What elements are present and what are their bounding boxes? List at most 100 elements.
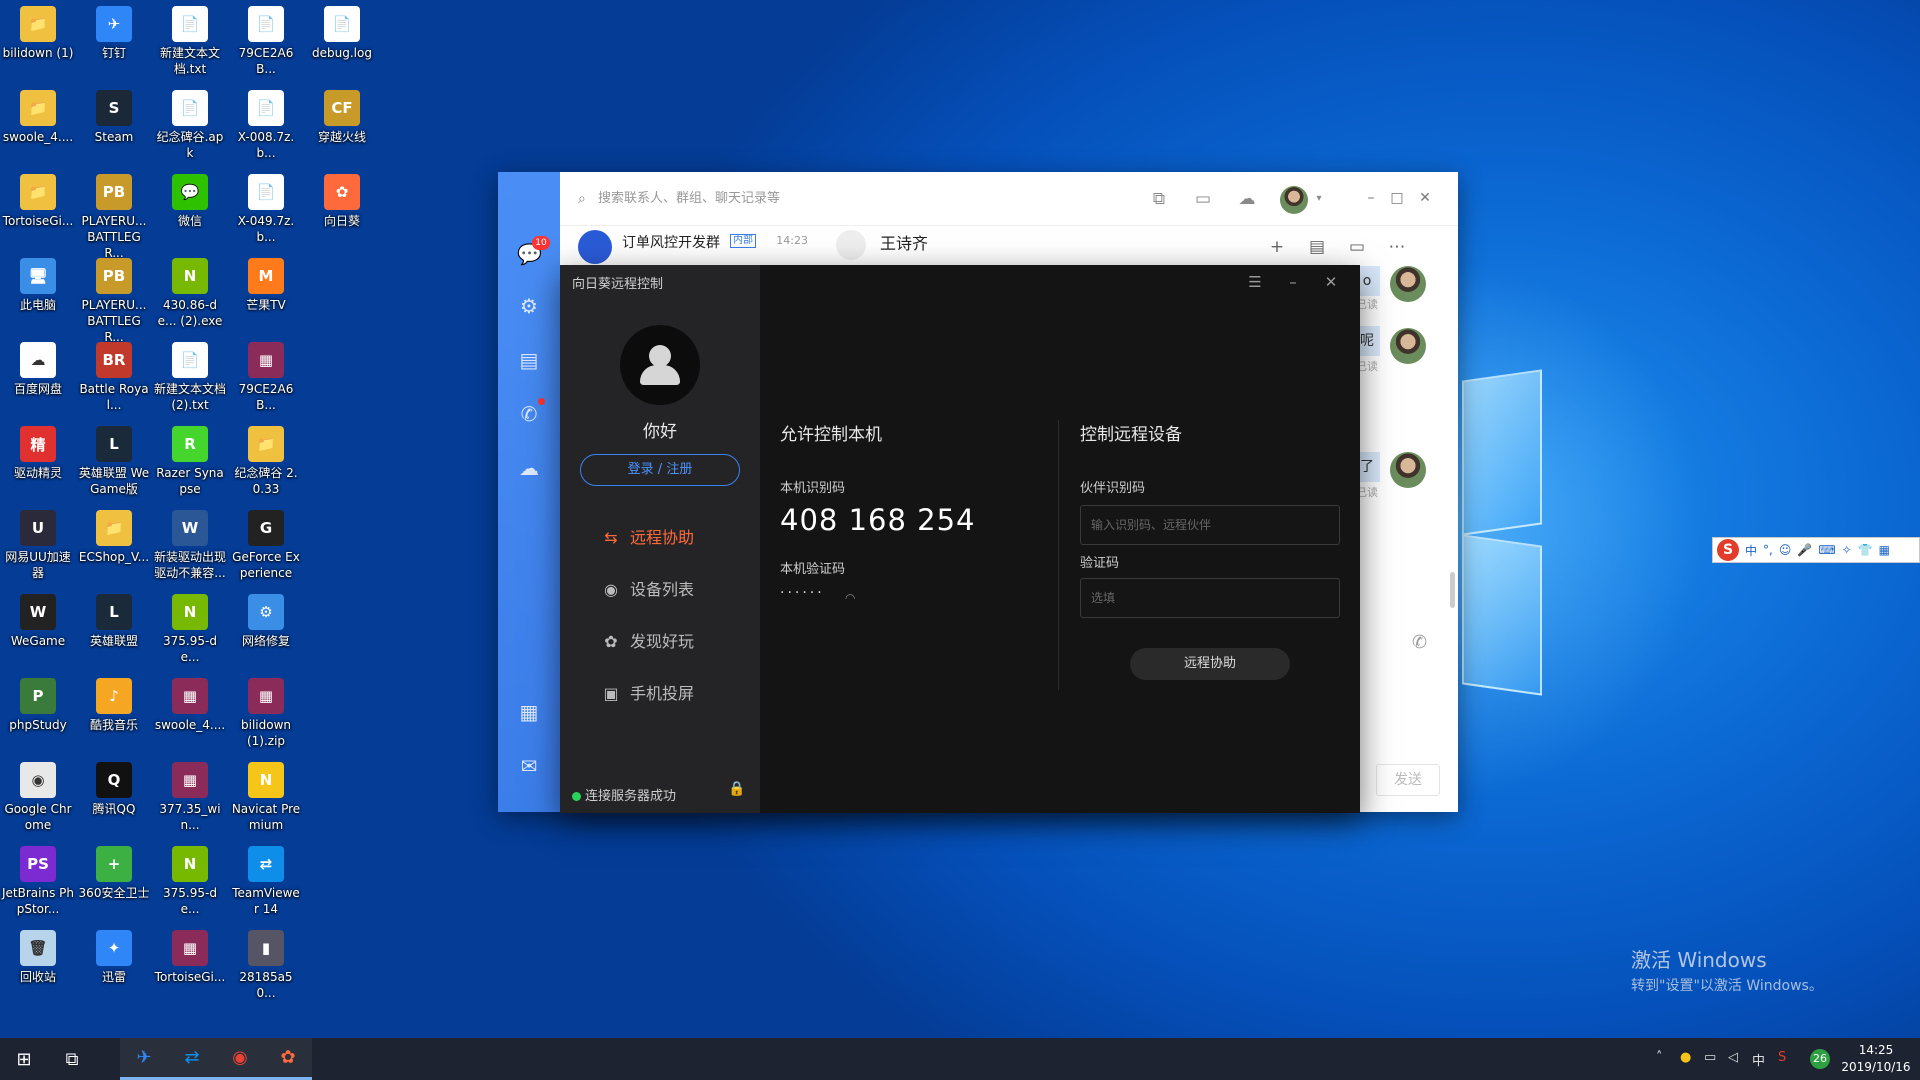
desktop-icon[interactable]: ◉ Google Chrome bbox=[0, 756, 76, 840]
tray-app-icon[interactable]: ● bbox=[1680, 1050, 1691, 1065]
desktop-icon[interactable]: ▮ 28185a50... bbox=[228, 924, 304, 1008]
menu-icon[interactable]: ☰ bbox=[1242, 269, 1268, 295]
desktop-icon[interactable]: 精驱动精灵 bbox=[0, 420, 76, 504]
desktop-icon[interactable]: 💬 微信 bbox=[152, 168, 228, 252]
desktop-icon[interactable]: ▦ bilidown (1).zip bbox=[228, 672, 304, 756]
desktop-icon[interactable]: ✈ 钉钉 bbox=[76, 0, 152, 84]
desktop-icon[interactable]: ▦ TortoiseGi... bbox=[152, 924, 228, 1008]
desktop-icon[interactable]: 📁 swoole_4.... bbox=[0, 84, 76, 168]
desktop-icon[interactable]: PS JetBrains PhpStor... bbox=[0, 840, 76, 924]
desktop-icon[interactable]: BR Battle Royal... bbox=[76, 336, 152, 420]
desktop-icon[interactable]: ⚙ 网络修复 bbox=[228, 588, 304, 672]
cloud-icon[interactable]: ☁ bbox=[517, 456, 541, 480]
search-input[interactable]: ⌕ 搜索联系人、群组、聊天记录等 bbox=[578, 188, 878, 210]
login-register-button[interactable]: 登录 / 注册 bbox=[580, 454, 740, 486]
sogou-icon[interactable]: S bbox=[1717, 539, 1739, 561]
desktop-icon[interactable]: ▦ 79CE2A6B... bbox=[228, 336, 304, 420]
nav-screen-cast[interactable]: ▣ 手机投屏 bbox=[600, 679, 750, 709]
send-button[interactable]: 发送 bbox=[1376, 764, 1440, 796]
user-avatar[interactable] bbox=[620, 325, 700, 405]
chrome-taskbar-icon[interactable]: ◉ bbox=[216, 1038, 264, 1080]
apps-grid-icon[interactable]: ▦ bbox=[517, 700, 541, 724]
nav-remote-assist[interactable]: ⇆ 远程协助 bbox=[600, 523, 750, 553]
desktop-icon[interactable]: PB PLAYERU... BATTLEGR... bbox=[76, 252, 152, 344]
conversation-item[interactable]: 订单风控开发群 内部 14:23 bbox=[560, 226, 818, 266]
desktop-icon[interactable]: L 英雄联盟 bbox=[76, 588, 152, 672]
desktop-icon[interactable]: 📁 bilidown (1) bbox=[0, 0, 76, 84]
desktop-icon[interactable]: 📁 ECShop_V... bbox=[76, 504, 152, 588]
skin-icon[interactable]: ✧ bbox=[1842, 543, 1852, 557]
remote-control-window[interactable]: 向日葵远程控制 你好 登录 / 注册 ⇆ 远程协助 ◉ 设备列表 ✿ 发现好玩 ▣ 手机… bbox=[560, 265, 1360, 813]
docs-icon[interactable]: ▤ bbox=[517, 348, 541, 372]
sogou-tray-icon[interactable]: S bbox=[1778, 1050, 1786, 1065]
desktop-icon[interactable]: ▦ swoole_4.... bbox=[152, 672, 228, 756]
folder-icon[interactable]: ▭ bbox=[1346, 236, 1368, 258]
call-icon[interactable]: ✆ bbox=[1412, 632, 1427, 653]
desktop-icon[interactable]: Q 腾讯QQ bbox=[76, 756, 152, 840]
desktop-icon[interactable]: 🖥 此电脑 bbox=[0, 252, 76, 336]
minimize-icon[interactable]: – bbox=[1360, 186, 1382, 210]
desktop-icon[interactable]: ▦ 377.35_win... bbox=[152, 756, 228, 840]
desktop-icon[interactable]: R Razer Synapse bbox=[152, 420, 228, 504]
desktop-icon[interactable]: M 芒果TV bbox=[228, 252, 304, 336]
minimize-icon[interactable]: – bbox=[1280, 269, 1306, 295]
desktop-icon[interactable]: 🗑 回收站 bbox=[0, 924, 76, 1008]
desktop-icon[interactable]: G GeForce Experience bbox=[228, 504, 304, 588]
desktop-icon[interactable]: 📁 TortoiseGi... bbox=[0, 168, 76, 252]
desktop-icon[interactable]: 📄 新建文本文档 (2).txt bbox=[152, 336, 228, 420]
dingtalk-taskbar-icon[interactable]: ✈ bbox=[120, 1038, 168, 1080]
desktop-icon[interactable]: 📁 纪念碑谷 2.0.33 bbox=[228, 420, 304, 504]
network-icon[interactable]: ▭ bbox=[1704, 1050, 1716, 1065]
desktop-icon[interactable]: CF 穿越火线 bbox=[304, 84, 380, 168]
teamviewer-taskbar-icon[interactable]: ⇄ bbox=[168, 1038, 216, 1080]
desktop-icon[interactable]: 📄 纪念碑谷.apk bbox=[152, 84, 228, 168]
contacts-icon[interactable]: ⚙ bbox=[517, 294, 541, 318]
chat-history-icon[interactable]: ▤ bbox=[1306, 236, 1328, 258]
mic-icon[interactable]: 🎤 bbox=[1797, 543, 1812, 557]
grid-icon[interactable]: ▦ bbox=[1879, 543, 1890, 557]
desktop-icon[interactable]: N 375.95-de... bbox=[152, 840, 228, 924]
close-icon[interactable]: ✕ bbox=[1318, 269, 1344, 295]
cloud-upload-icon[interactable]: ☁ bbox=[1236, 188, 1258, 210]
desktop-icon[interactable]: ♪ 酷我音乐 bbox=[76, 672, 152, 756]
volume-icon[interactable]: ◁ bbox=[1728, 1050, 1738, 1065]
desktop-icon[interactable]: N 430.86-de... (2).exe bbox=[152, 252, 228, 336]
desktop-icon[interactable]: N 375.95-de... bbox=[152, 588, 228, 672]
monitor-icon[interactable]: ▭ bbox=[1192, 188, 1214, 210]
desktop-icon[interactable]: W 新装驱动出现驱动不兼容... bbox=[152, 504, 228, 588]
shirt-icon[interactable]: 👕 bbox=[1858, 543, 1873, 557]
desktop-icon[interactable]: 📄 debug.log bbox=[304, 0, 380, 84]
tray-lang[interactable]: 中 bbox=[1752, 1050, 1765, 1069]
desktop-icon[interactable]: PphpStudy bbox=[0, 672, 76, 756]
phone-icon[interactable]: ✆ bbox=[517, 402, 541, 426]
desktop-icon[interactable]: ⇄ TeamViewer 14 bbox=[228, 840, 304, 924]
desktop-icon[interactable]: 📄 新建文本文档.txt bbox=[152, 0, 228, 84]
desktop-icon[interactable]: ✦ 迅雷 bbox=[76, 924, 152, 1008]
desktop-icon[interactable]: U 网易UU加速器 bbox=[0, 504, 76, 588]
desktop-icon[interactable]: 📄 79CE2A6B... bbox=[228, 0, 304, 84]
nav-device-list[interactable]: ◉ 设备列表 bbox=[600, 575, 750, 605]
eye-icon[interactable]: ◠ bbox=[845, 591, 855, 605]
desktop-icon[interactable]: W WeGame bbox=[0, 588, 76, 672]
keyboard-icon[interactable]: ⌨ bbox=[1818, 543, 1835, 557]
temperature-badge[interactable]: 26 bbox=[1810, 1049, 1830, 1069]
remote-assist-button[interactable]: 远程协助 bbox=[1130, 648, 1290, 680]
task-view-icon[interactable]: ⧉ bbox=[48, 1038, 96, 1080]
desktop-icon[interactable]: ✿ 向日葵 bbox=[304, 168, 380, 252]
system-clock[interactable]: 14:25 2019/10/16 bbox=[1836, 1042, 1916, 1076]
maximize-icon[interactable]: □ bbox=[1386, 186, 1408, 210]
ime-lang[interactable]: 中 bbox=[1745, 542, 1757, 559]
scrollbar[interactable] bbox=[1450, 572, 1455, 608]
add-icon[interactable]: + bbox=[1266, 236, 1288, 258]
user-avatar[interactable] bbox=[1280, 186, 1308, 214]
desktop-icon[interactable]: L 英雄联盟 WeGame版 bbox=[76, 420, 152, 504]
desktop-icon[interactable]: S Steam bbox=[76, 84, 152, 168]
partner-id-input[interactable]: 输入识别码、远程伙伴 bbox=[1080, 505, 1340, 545]
desktop-icon[interactable]: ☁ 百度网盘 bbox=[0, 336, 76, 420]
ime-toolbar[interactable]: S 中 °, ☺ 🎤 ⌨ ✧ 👕 ▦ bbox=[1712, 537, 1920, 563]
desktop-icon[interactable]: 📄 X-008.7z.b... bbox=[228, 84, 304, 168]
close-icon[interactable]: ✕ bbox=[1414, 186, 1436, 210]
desktop-icon[interactable]: N Navicat Premium bbox=[228, 756, 304, 840]
show-hidden-icons[interactable]: ˄ bbox=[1656, 1050, 1663, 1065]
start-button[interactable]: ⊞ bbox=[0, 1038, 48, 1080]
